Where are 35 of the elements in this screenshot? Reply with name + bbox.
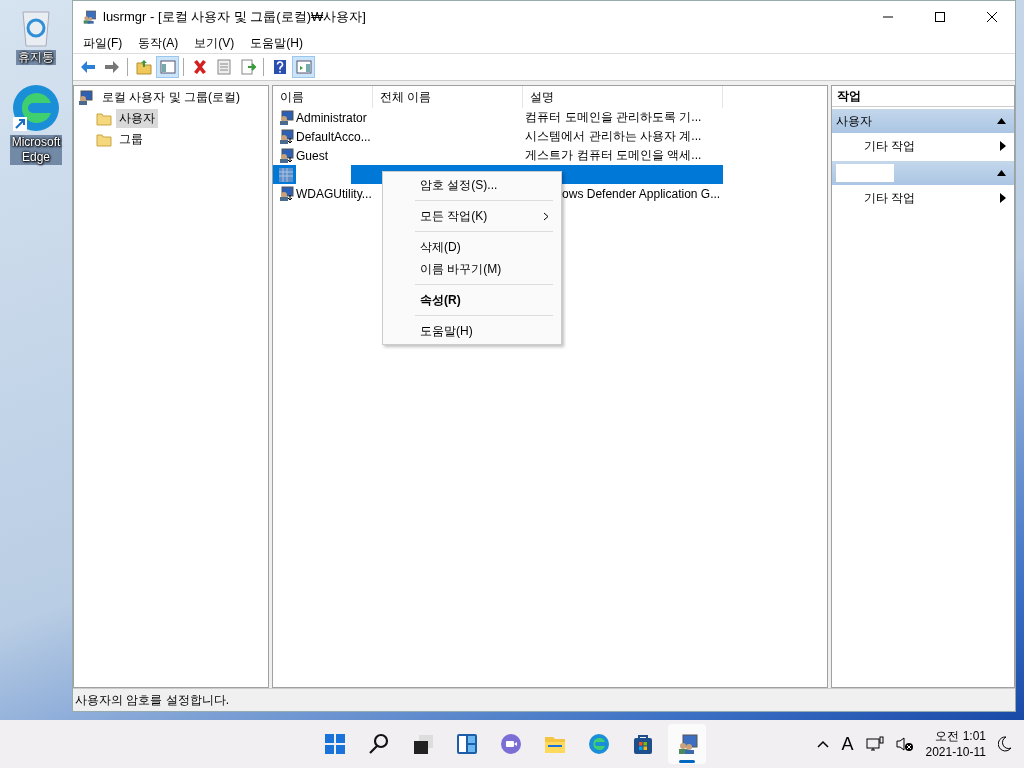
table-cell[interactable]: Administrator <box>296 110 378 125</box>
action-item[interactable]: 기타 작업 <box>864 189 916 207</box>
section-title: 사용자 <box>836 112 872 130</box>
tree-item[interactable]: 사용자 <box>116 109 158 128</box>
action-item[interactable]: 기타 작업 <box>864 137 916 155</box>
actions-section-header[interactable]: 사용자 <box>832 109 1014 133</box>
menu-item[interactable]: 동작(A) <box>130 34 187 52</box>
table-cell[interactable]: WDAGUtility... <box>296 186 377 201</box>
context-menu-item[interactable]: 속성(R) <box>383 289 561 311</box>
tree-item[interactable]: 그룹 <box>116 130 146 149</box>
status-text: 사용자의 암호를 설정합니다. <box>75 691 229 709</box>
window-title: lusrmgr - [로컬 사용자 및 그룹(로컬)₩사용자] <box>103 8 367 26</box>
menu-item[interactable]: 보기(V) <box>186 34 243 52</box>
clock-time[interactable]: 오전 1:01 <box>935 728 986 744</box>
table-cell: 컴퓨터 도메인을 관리하도록 기... <box>525 110 702 124</box>
context-menu-item[interactable]: 삭제(D) <box>383 236 561 258</box>
menu-item[interactable]: 도움말(H) <box>242 34 311 52</box>
context-menu-item[interactable]: 암호 설정(S)... <box>383 174 561 196</box>
tree-item[interactable]: 로컬 사용자 및 그룹(로컬) <box>99 88 243 107</box>
context-menu-item[interactable]: 이름 바꾸기(M) <box>383 258 561 280</box>
table-cell: 게스트가 컴퓨터 도메인을 액세... <box>525 148 702 162</box>
table-cell: ows Defender Application G... <box>562 186 721 201</box>
table-cell[interactable]: Guest <box>296 148 378 163</box>
desktop-icon-label[interactable]: Microsoft Edge <box>9 135 63 165</box>
table-cell: 시스템에서 관리하는 사용자 계... <box>525 129 702 143</box>
column-header[interactable]: 전체 이름 <box>373 86 523 108</box>
context-menu-item[interactable]: 모든 작업(K) <box>383 205 561 227</box>
menu-item[interactable]: 파일(F) <box>75 34 131 52</box>
context-menu-item[interactable]: 도움말(H) <box>383 320 561 342</box>
input-indicator[interactable]: A <box>841 733 854 755</box>
clock-date[interactable]: 2021-10-11 <box>925 744 986 760</box>
table-cell[interactable]: DefaultAcco... <box>296 129 378 144</box>
column-header[interactable]: 이름 <box>273 86 373 108</box>
actions-title: 작업 <box>832 86 1014 107</box>
column-header[interactable]: 설명 <box>523 86 723 108</box>
